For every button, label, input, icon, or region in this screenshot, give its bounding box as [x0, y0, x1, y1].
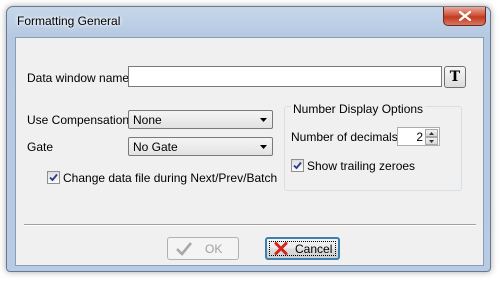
trailing-zeroes-label: Show trailing zeroes [307, 159, 416, 173]
cancel-x-icon [274, 242, 288, 255]
chevron-down-icon [260, 145, 267, 149]
number-display-group [284, 106, 462, 191]
title-bar[interactable]: Formatting General [7, 7, 490, 35]
checkmark-icon [293, 161, 302, 170]
data-window-name-input[interactable] [128, 66, 442, 87]
data-window-name-label: Data window name [27, 71, 130, 85]
font-button[interactable]: T [444, 66, 466, 88]
dialog-body: Data window name T Use Compensation None… [15, 37, 484, 266]
window-title: Formatting General [17, 14, 121, 28]
ok-label: OK [205, 242, 223, 256]
chevron-down-icon [260, 118, 267, 122]
close-icon [459, 11, 471, 21]
decimals-value: 2 [416, 130, 423, 144]
gate-label: Gate [27, 140, 54, 154]
separator [24, 224, 476, 226]
gate-select[interactable]: No Gate [128, 137, 273, 156]
checkmark-icon [49, 173, 58, 182]
ok-button[interactable]: OK [167, 237, 239, 260]
trailing-zeroes-checkbox[interactable] [291, 159, 304, 172]
chevron-up-icon [429, 132, 434, 135]
use-compensation-select[interactable]: None [128, 110, 273, 129]
decimals-decrement-button[interactable] [425, 137, 438, 145]
use-compensation-label: Use Compensation [27, 113, 130, 127]
font-icon: T [449, 69, 461, 85]
cancel-label: Cancel [295, 242, 333, 256]
checkmark-icon [176, 242, 192, 256]
decimals-label: Number of decimals [291, 130, 398, 144]
use-compensation-value: None [133, 113, 162, 127]
decimals-increment-button[interactable] [425, 129, 438, 137]
dialog-window: Formatting General Data window name T Us… [6, 6, 491, 272]
gate-value: No Gate [133, 140, 178, 154]
close-button[interactable] [443, 7, 486, 26]
chevron-down-icon [429, 140, 434, 143]
cancel-button[interactable]: Cancel [265, 237, 340, 260]
change-data-file-label: Change data file during Next/Prev/Batch [63, 171, 278, 185]
number-display-group-label: Number Display Options [291, 102, 426, 116]
decimals-spinner[interactable]: 2 [397, 127, 440, 146]
change-data-file-checkbox[interactable] [47, 171, 60, 184]
